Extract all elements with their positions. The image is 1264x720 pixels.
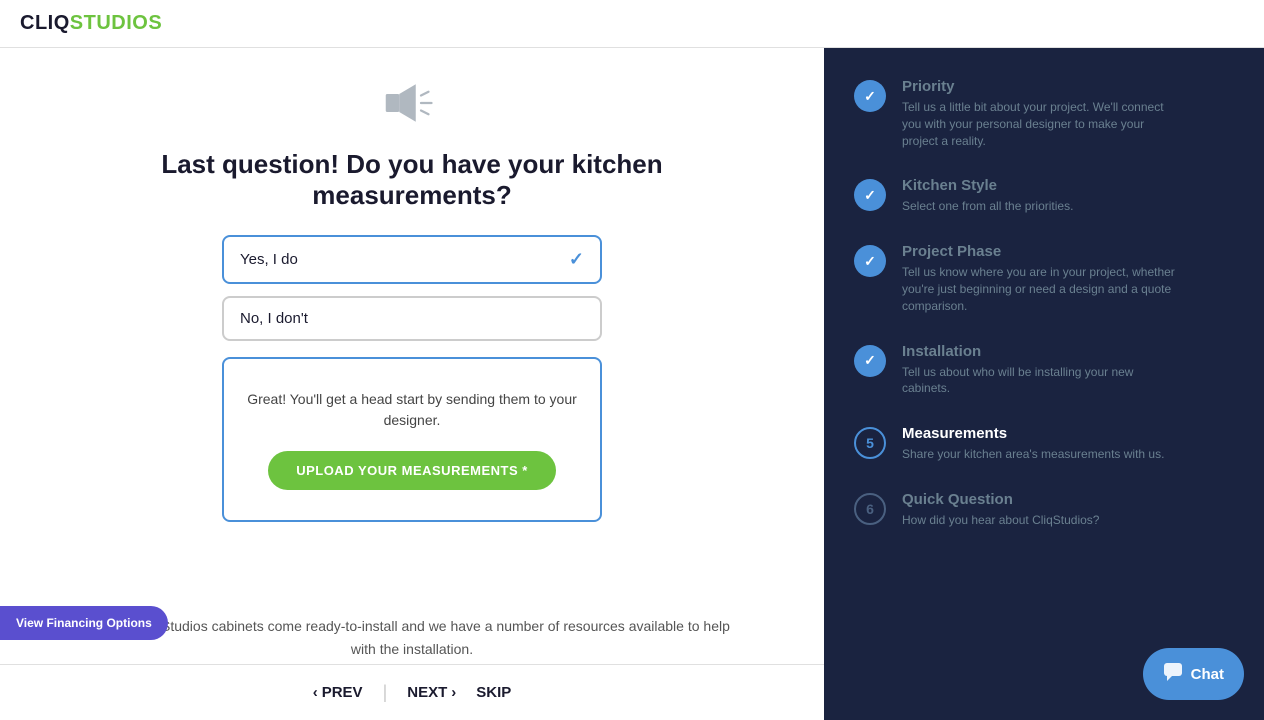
- prev-label: PREV: [322, 684, 363, 701]
- step-title-quick-question: Quick Question: [902, 491, 1099, 508]
- next-label: NEXT: [407, 684, 447, 701]
- sidebar-item-priority: ✓ Priority Tell us a little bit about yo…: [854, 78, 1234, 149]
- upload-measurements-button[interactable]: UPLOAD YOUR MEASUREMENTS *: [268, 451, 556, 490]
- step-content-project-phase: Project Phase Tell us know where you are…: [902, 243, 1182, 314]
- upload-description: Great! You'll get a head start by sendin…: [244, 389, 580, 431]
- question-title: Last question! Do you have your kitchen …: [62, 149, 762, 211]
- step-number-project-phase: ✓: [864, 253, 876, 270]
- sidebar-item-kitchen-style: ✓ Kitchen Style Select one from all the …: [854, 177, 1234, 215]
- step-content-measurements: Measurements Share your kitchen area's m…: [902, 425, 1164, 463]
- skip-button[interactable]: SKIP: [476, 684, 511, 701]
- step-title-measurements: Measurements: [902, 425, 1164, 442]
- options-container: Yes, I do ✓ No, I don't: [222, 235, 602, 341]
- step-title-priority: Priority: [902, 78, 1182, 95]
- sidebar-item-project-phase: ✓ Project Phase Tell us know where you a…: [854, 243, 1234, 314]
- check-icon: ✓: [569, 249, 584, 270]
- financing-button[interactable]: View Financing Options: [0, 606, 168, 640]
- speaker-icon: [382, 78, 442, 128]
- logo-studios: STUDIOS: [70, 12, 162, 34]
- sidebar-item-installation: ✓ Installation Tell us about who will be…: [854, 343, 1234, 398]
- step-title-project-phase: Project Phase: [902, 243, 1182, 260]
- step-desc-quick-question: How did you hear about CliqStudios?: [902, 512, 1099, 529]
- step-desc-measurements: Share your kitchen area's measurements w…: [902, 446, 1164, 463]
- chat-icon: [1163, 662, 1183, 686]
- chat-label: Chat: [1191, 666, 1224, 683]
- nav-bar: ‹ PREV | NEXT › SKIP: [0, 664, 824, 720]
- step-number-priority: ✓: [864, 88, 876, 105]
- option-no[interactable]: No, I don't: [222, 296, 602, 341]
- step-circle-quick-question: 6: [854, 493, 886, 525]
- option-yes[interactable]: Yes, I do ✓: [222, 235, 602, 284]
- prev-button[interactable]: ‹ PREV: [313, 684, 363, 701]
- step-number-measurements: 5: [866, 435, 874, 451]
- sidebar-item-quick-question: 6 Quick Question How did you hear about …: [854, 491, 1234, 529]
- step-content-priority: Priority Tell us a little bit about your…: [902, 78, 1182, 149]
- step-desc-priority: Tell us a little bit about your project.…: [902, 99, 1182, 149]
- step-circle-priority: ✓: [854, 80, 886, 112]
- option-yes-label: Yes, I do: [240, 251, 298, 268]
- step-content-quick-question: Quick Question How did you hear about Cl…: [902, 491, 1099, 529]
- step-content-installation: Installation Tell us about who will be i…: [902, 343, 1182, 398]
- step-circle-project-phase: ✓: [854, 245, 886, 277]
- step-circle-installation: ✓: [854, 345, 886, 377]
- logo: CLIQSTUDIOS: [20, 12, 162, 35]
- upload-box: Great! You'll get a head start by sendin…: [222, 357, 602, 522]
- step-desc-kitchen-style: Select one from all the priorities.: [902, 198, 1073, 215]
- step-number-installation: ✓: [864, 352, 876, 369]
- main-layout: Last question! Do you have your kitchen …: [0, 48, 1264, 720]
- icon-area: [382, 78, 442, 133]
- nav-divider: |: [383, 682, 388, 703]
- step-circle-kitchen-style: ✓: [854, 179, 886, 211]
- step-title-kitchen-style: Kitchen Style: [902, 177, 1073, 194]
- header: CLIQSTUDIOS: [0, 0, 1264, 48]
- next-arrow-icon: ›: [451, 684, 456, 701]
- step-desc-installation: Tell us about who will be installing you…: [902, 364, 1182, 398]
- step-circle-measurements: 5: [854, 427, 886, 459]
- sidebar: ✓ Priority Tell us a little bit about yo…: [824, 48, 1264, 720]
- step-number-quick-question: 6: [866, 501, 874, 517]
- logo-cliq: CLIQ: [20, 12, 70, 34]
- prev-arrow-icon: ‹: [313, 684, 318, 701]
- step-content-kitchen-style: Kitchen Style Select one from all the pr…: [902, 177, 1073, 215]
- next-button[interactable]: NEXT ›: [407, 684, 456, 701]
- sidebar-item-measurements: 5 Measurements Share your kitchen area's…: [854, 425, 1234, 463]
- step-number-kitchen-style: ✓: [864, 187, 876, 204]
- step-title-installation: Installation: [902, 343, 1182, 360]
- step-desc-project-phase: Tell us know where you are in your proje…: [902, 264, 1182, 314]
- chat-button[interactable]: Chat: [1143, 648, 1244, 700]
- option-no-label: No, I don't: [240, 310, 308, 327]
